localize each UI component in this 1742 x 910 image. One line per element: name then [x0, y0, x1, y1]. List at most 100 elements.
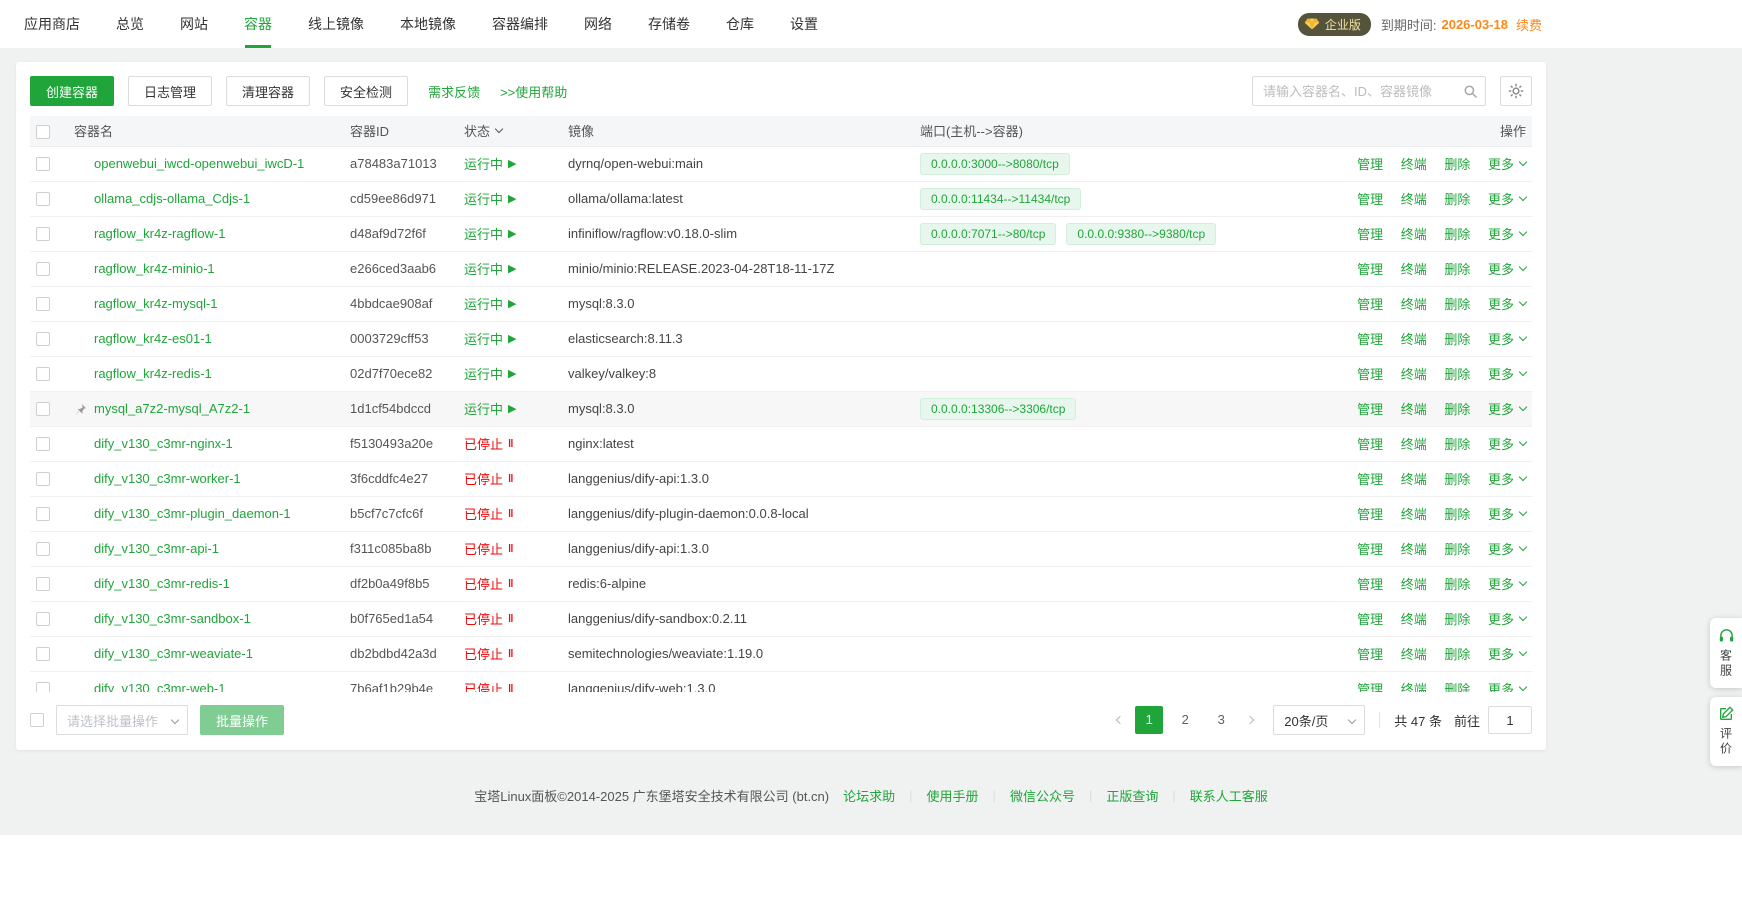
container-name-link[interactable]: openwebui_iwcd-openwebui_iwcD-1 [94, 156, 304, 171]
terminal-link[interactable]: 终端 [1401, 259, 1427, 278]
more-link[interactable]: 更多 [1488, 399, 1526, 418]
customer-service-widget[interactable]: 客服 [1710, 618, 1742, 688]
row-checkbox[interactable] [36, 507, 50, 521]
nav-item[interactable]: 线上镜像 [308, 0, 364, 48]
row-checkbox[interactable] [36, 367, 50, 381]
page-number[interactable]: 3 [1207, 706, 1235, 734]
terminal-link[interactable]: 终端 [1401, 399, 1427, 418]
help-link[interactable]: >>使用帮助 [500, 82, 567, 101]
terminal-link[interactable]: 终端 [1401, 154, 1427, 173]
row-checkbox[interactable] [36, 157, 50, 171]
terminal-link[interactable]: 终端 [1401, 539, 1427, 558]
terminal-link[interactable]: 终端 [1401, 574, 1427, 593]
more-link[interactable]: 更多 [1488, 434, 1526, 453]
more-link[interactable]: 更多 [1488, 469, 1526, 488]
more-link[interactable]: 更多 [1488, 539, 1526, 558]
more-link[interactable]: 更多 [1488, 329, 1526, 348]
delete-link[interactable]: 删除 [1444, 294, 1470, 313]
container-name-link[interactable]: dify_v130_c3mr-weaviate-1 [94, 646, 253, 661]
nav-item[interactable]: 总览 [116, 0, 144, 48]
container-name-link[interactable]: dify_v130_c3mr-api-1 [94, 541, 219, 556]
more-link[interactable]: 更多 [1488, 259, 1526, 278]
container-name-link[interactable]: dify_v130_c3mr-nginx-1 [94, 436, 233, 451]
nav-item[interactable]: 容器 [244, 0, 272, 48]
manage-link[interactable]: 管理 [1357, 504, 1383, 523]
row-checkbox[interactable] [36, 682, 50, 692]
manage-link[interactable]: 管理 [1357, 294, 1383, 313]
delete-link[interactable]: 删除 [1444, 504, 1470, 523]
terminal-link[interactable]: 终端 [1401, 644, 1427, 663]
search-icon[interactable] [1463, 84, 1478, 99]
row-checkbox[interactable] [36, 262, 50, 276]
row-checkbox[interactable] [36, 402, 50, 416]
delete-link[interactable]: 删除 [1444, 644, 1470, 663]
next-page-button[interactable] [1239, 706, 1261, 734]
terminal-link[interactable]: 终端 [1401, 609, 1427, 628]
terminal-link[interactable]: 终端 [1401, 469, 1427, 488]
container-name-link[interactable]: ragflow_kr4z-es01-1 [94, 331, 212, 346]
more-link[interactable]: 更多 [1488, 294, 1526, 313]
terminal-link[interactable]: 终端 [1401, 189, 1427, 208]
security-check-button[interactable]: 安全检测 [324, 76, 408, 106]
delete-link[interactable]: 删除 [1444, 469, 1470, 488]
row-checkbox[interactable] [36, 192, 50, 206]
manage-link[interactable]: 管理 [1357, 609, 1383, 628]
more-link[interactable]: 更多 [1488, 679, 1526, 692]
nav-item[interactable]: 网站 [180, 0, 208, 48]
manage-link[interactable]: 管理 [1357, 224, 1383, 243]
delete-link[interactable]: 删除 [1444, 189, 1470, 208]
terminal-link[interactable]: 终端 [1401, 364, 1427, 383]
delete-link[interactable]: 删除 [1444, 539, 1470, 558]
nav-item[interactable]: 存储卷 [648, 0, 690, 48]
page-number[interactable]: 1 [1135, 706, 1163, 734]
bottom-select-all-checkbox[interactable] [30, 713, 44, 727]
status-filter[interactable]: 状态 [464, 121, 502, 140]
container-name-link[interactable]: dify_v130_c3mr-web-1 [94, 681, 226, 692]
renew-link[interactable]: 续费 [1516, 15, 1542, 34]
nav-item[interactable]: 容器编排 [492, 0, 548, 48]
manage-link[interactable]: 管理 [1357, 644, 1383, 663]
manage-link[interactable]: 管理 [1357, 259, 1383, 278]
enterprise-badge[interactable]: 企业版 [1298, 13, 1371, 36]
row-checkbox[interactable] [36, 542, 50, 556]
manage-link[interactable]: 管理 [1357, 154, 1383, 173]
terminal-link[interactable]: 终端 [1401, 679, 1427, 692]
delete-link[interactable]: 删除 [1444, 679, 1470, 692]
nav-item[interactable]: 本地镜像 [400, 0, 456, 48]
manage-link[interactable]: 管理 [1357, 364, 1383, 383]
container-name-link[interactable]: ragflow_kr4z-minio-1 [94, 261, 215, 276]
log-manage-button[interactable]: 日志管理 [128, 76, 212, 106]
more-link[interactable]: 更多 [1488, 189, 1526, 208]
more-link[interactable]: 更多 [1488, 574, 1526, 593]
rate-widget[interactable]: 评价 [1710, 697, 1742, 766]
manage-link[interactable]: 管理 [1357, 679, 1383, 692]
row-checkbox[interactable] [36, 437, 50, 451]
manage-link[interactable]: 管理 [1357, 574, 1383, 593]
search-input[interactable] [1252, 76, 1486, 106]
terminal-link[interactable]: 终端 [1401, 329, 1427, 348]
container-name-link[interactable]: ragflow_kr4z-redis-1 [94, 366, 212, 381]
delete-link[interactable]: 删除 [1444, 329, 1470, 348]
feedback-link[interactable]: 需求反馈 [428, 82, 480, 101]
select-all-checkbox[interactable] [36, 125, 50, 139]
delete-link[interactable]: 删除 [1444, 224, 1470, 243]
terminal-link[interactable]: 终端 [1401, 294, 1427, 313]
footer-link[interactable]: 微信公众号 [1010, 786, 1075, 805]
footer-link[interactable]: 联系人工客服 [1190, 786, 1268, 805]
nav-item[interactable]: 设置 [790, 0, 818, 48]
delete-link[interactable]: 删除 [1444, 574, 1470, 593]
manage-link[interactable]: 管理 [1357, 329, 1383, 348]
delete-link[interactable]: 删除 [1444, 399, 1470, 418]
clean-container-button[interactable]: 清理容器 [226, 76, 310, 106]
terminal-link[interactable]: 终端 [1401, 504, 1427, 523]
manage-link[interactable]: 管理 [1357, 539, 1383, 558]
manage-link[interactable]: 管理 [1357, 434, 1383, 453]
container-name-link[interactable]: dify_v130_c3mr-worker-1 [94, 471, 241, 486]
delete-link[interactable]: 删除 [1444, 154, 1470, 173]
batch-operation-button[interactable]: 批量操作 [200, 705, 284, 735]
goto-page-input[interactable] [1488, 706, 1532, 734]
delete-link[interactable]: 删除 [1444, 259, 1470, 278]
nav-item[interactable]: 应用商店 [24, 0, 80, 48]
create-container-button[interactable]: 创建容器 [30, 76, 114, 106]
settings-gear-button[interactable] [1500, 76, 1532, 106]
